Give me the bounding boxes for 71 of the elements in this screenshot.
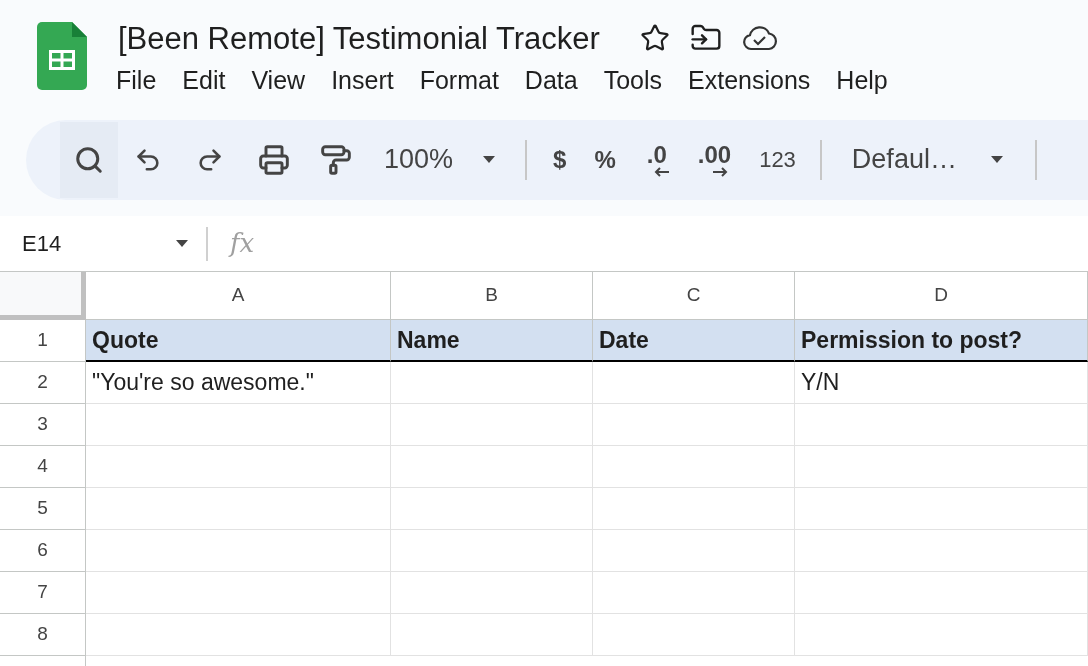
row-number[interactable]: 5 [0, 488, 86, 530]
table-cell[interactable] [593, 530, 795, 572]
menu-item[interactable]: File [116, 62, 157, 100]
table-cell[interactable] [86, 446, 391, 488]
format-button[interactable]: 123 [759, 148, 796, 171]
table-cell[interactable] [593, 572, 795, 614]
search-button[interactable] [60, 121, 118, 198]
document-title[interactable]: [Been Remote] Testimonial Tracker [118, 22, 600, 54]
table-cell[interactable] [593, 488, 795, 530]
table-cell[interactable] [795, 614, 1088, 656]
menu-item[interactable]: Tools [603, 62, 663, 100]
table-cell[interactable] [593, 362, 795, 404]
table-cell[interactable] [593, 446, 795, 488]
row-number[interactable]: 7 [0, 572, 86, 614]
table-cell[interactable] [86, 530, 391, 572]
decrease-decimal-button[interactable]: .0 [643, 142, 670, 177]
menu-item[interactable]: Edit [182, 62, 226, 100]
corner-cell[interactable] [0, 272, 86, 320]
menu-item[interactable]: Format [419, 62, 499, 100]
table-cell[interactable] [795, 572, 1088, 614]
left-arrow-icon [653, 166, 670, 177]
table-cell[interactable] [391, 572, 593, 614]
paint-format-icon[interactable] [320, 143, 352, 176]
header-cell[interactable]: Name [391, 320, 593, 362]
dropdown-caret-icon[interactable] [988, 154, 1005, 165]
name-box[interactable]: E14 [22, 227, 190, 260]
table-cell[interactable] [795, 488, 1088, 530]
menu-item[interactable]: Insert [331, 62, 394, 100]
table-cell[interactable] [593, 404, 795, 446]
table-cell[interactable] [795, 530, 1088, 572]
function-label: fx [230, 227, 255, 260]
search-icon [74, 144, 104, 175]
table-cell[interactable] [86, 404, 391, 446]
table-cell[interactable]: Y/N [795, 362, 1088, 404]
increase-decimal-button[interactable]: .00 [697, 142, 732, 177]
zoom-dropdown[interactable]: 100% [384, 139, 498, 180]
table-cell[interactable] [795, 446, 1088, 488]
table-cell[interactable] [391, 530, 593, 572]
table-cell[interactable]: "You're so awesome." [86, 362, 391, 404]
dropdown-caret-icon[interactable] [481, 154, 498, 165]
menu-item[interactable]: Data [524, 62, 578, 100]
table-cell[interactable] [86, 614, 391, 656]
table-cell[interactable] [391, 446, 593, 488]
menu-item[interactable]: Help [836, 62, 888, 100]
spreadsheet-logo-icon[interactable] [37, 22, 87, 90]
print-icon[interactable] [258, 143, 290, 176]
font-dropdown[interactable]: Defaul… [851, 139, 1005, 180]
table-cell[interactable] [86, 572, 391, 614]
header-cell[interactable]: Quote [86, 320, 391, 362]
row-number[interactable]: 4 [0, 446, 86, 488]
format-button[interactable]: $ [553, 147, 567, 172]
cloud-check-icon[interactable] [741, 24, 778, 52]
row-number[interactable]: 8 [0, 614, 86, 656]
table-cell[interactable] [391, 362, 593, 404]
table-cell[interactable] [795, 404, 1088, 446]
table-cell[interactable] [391, 404, 593, 446]
table-cell[interactable] [86, 488, 391, 530]
table-cell[interactable] [593, 614, 795, 656]
format-button[interactable]: % [594, 147, 616, 172]
row-number[interactable]: 2 [0, 362, 86, 404]
row-number[interactable]: 3 [0, 404, 86, 446]
table-cell[interactable] [391, 488, 593, 530]
dropdown-caret-icon[interactable] [174, 238, 190, 249]
header-cell[interactable]: Date [593, 320, 795, 362]
menu-item[interactable]: Extensions [688, 62, 811, 100]
right-arrow-icon [712, 166, 729, 177]
table-cell[interactable] [391, 614, 593, 656]
row-number[interactable]: 6 [0, 530, 86, 572]
header-cell[interactable]: Permission to post? [795, 320, 1088, 362]
star-icon[interactable] [639, 23, 670, 53]
menu-item[interactable]: View [251, 62, 306, 100]
